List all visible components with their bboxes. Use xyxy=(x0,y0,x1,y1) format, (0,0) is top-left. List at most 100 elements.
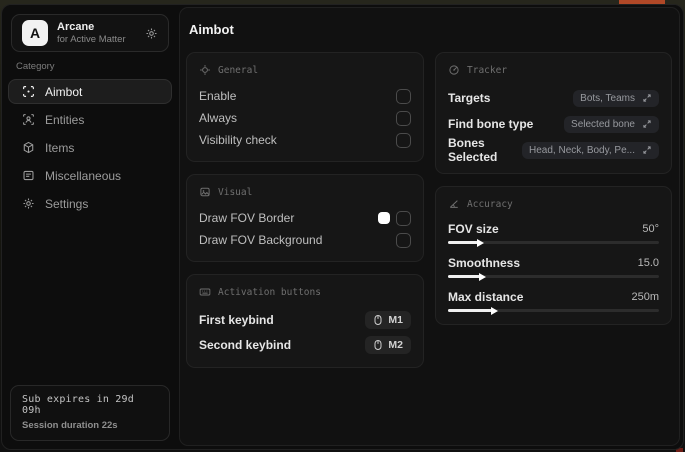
visibility-check-checkbox[interactable] xyxy=(396,132,411,148)
fov-size-slider[interactable] xyxy=(448,238,659,247)
slider-fill xyxy=(448,272,486,281)
setting-row-bones-selected: Bones Selected Head, Neck, Body, Pe... xyxy=(448,136,659,164)
crosshair-scan-icon xyxy=(22,85,35,98)
general-section-title: General xyxy=(218,64,259,76)
sidebar-item-items[interactable]: Items xyxy=(8,135,172,160)
keyboard-icon xyxy=(199,288,211,296)
setting-label: Draw FOV Border xyxy=(199,211,295,225)
setting-label: Second keybind xyxy=(199,337,292,352)
dropdown-value: Bots, Teams xyxy=(580,92,635,104)
sidebar-nav: Aimbot Entities Items Miscellaneous Sett… xyxy=(2,79,178,216)
setting-label: FOV size xyxy=(448,221,499,236)
app-name: Arcane xyxy=(57,21,95,33)
radar-icon xyxy=(449,65,459,75)
smoothness-slider[interactable] xyxy=(448,272,659,281)
app-logo: A xyxy=(22,20,48,46)
activation-card: Activation buttons First keybind M1 Seco… xyxy=(186,274,424,368)
sidebar-item-miscellaneous[interactable]: Miscellaneous xyxy=(8,163,172,188)
setting-row-enable: Enable xyxy=(199,85,411,107)
setting-label: Visibility check xyxy=(199,133,277,147)
setting-row-targets: Targets Bots, Teams xyxy=(448,85,659,111)
setting-row-max-distance: Max distance 250m xyxy=(448,287,659,315)
setting-label: First keybind xyxy=(199,312,274,327)
main-panel: Aimbot General Enable Always Visibility … xyxy=(179,7,680,446)
session-info-box: Sub expires in 29d 09h Session duration … xyxy=(10,385,170,441)
expand-icon xyxy=(643,94,651,102)
visual-section-title: Visual xyxy=(218,186,253,198)
first-keybind-button[interactable]: M1 xyxy=(365,310,411,329)
sidebar-item-aimbot[interactable]: Aimbot xyxy=(8,79,172,104)
find-bone-type-dropdown[interactable]: Selected bone xyxy=(564,115,659,133)
general-card: General Enable Always Visibility check xyxy=(186,52,424,162)
setting-row-second-keybind: Second keybind M2 xyxy=(199,332,411,357)
sidebar-item-label: Entities xyxy=(45,112,85,127)
setting-label: Bones Selected xyxy=(448,136,498,164)
session-duration-text: Session duration 22s xyxy=(22,420,118,431)
setting-row-fov-size: FOV size 50° xyxy=(448,219,659,247)
image-icon xyxy=(200,187,210,197)
slider-value: 50° xyxy=(642,222,659,235)
app-window: A Arcane for Active Matter Category Aimb… xyxy=(1,4,684,450)
sidebar-item-label: Aimbot xyxy=(45,84,83,99)
second-keybind-button[interactable]: M2 xyxy=(365,335,411,354)
setting-row-draw-fov-border: Draw FOV Border xyxy=(199,207,411,229)
angle-icon xyxy=(449,200,458,208)
dropdown-value: Selected bone xyxy=(571,118,635,130)
category-label: Category xyxy=(16,61,55,72)
app-subtitle: for Active Matter xyxy=(57,34,126,45)
expand-icon xyxy=(643,120,651,128)
page-title: Aimbot xyxy=(189,22,234,37)
activation-section-title: Activation buttons xyxy=(218,286,321,298)
draw-fov-background-checkbox[interactable] xyxy=(396,232,411,248)
color-swatch[interactable] xyxy=(378,212,390,224)
draw-fov-border-checkbox[interactable] xyxy=(396,210,411,226)
setting-row-draw-fov-background: Draw FOV Background xyxy=(199,229,411,251)
app-header: A Arcane for Active Matter xyxy=(11,14,169,52)
keybind-value: M1 xyxy=(388,313,403,326)
always-checkbox[interactable] xyxy=(396,110,411,126)
slider-thumb[interactable] xyxy=(491,306,499,315)
list-icon xyxy=(22,169,35,182)
setting-row-always: Always xyxy=(199,107,411,129)
accuracy-section-title: Accuracy xyxy=(467,198,513,210)
targets-dropdown[interactable]: Bots, Teams xyxy=(573,89,659,107)
expand-icon xyxy=(643,146,651,154)
visual-card: Visual Draw FOV Border Draw FOV Backgrou… xyxy=(186,174,424,262)
max-distance-slider[interactable] xyxy=(448,306,659,315)
bones-selected-dropdown[interactable]: Head, Neck, Body, Pe... xyxy=(522,141,659,159)
slider-thumb[interactable] xyxy=(476,238,484,247)
sidebar-item-label: Miscellaneous xyxy=(45,168,122,183)
slider-fill xyxy=(448,306,499,315)
setting-row-visibility-check: Visibility check xyxy=(199,129,411,151)
slider-value: 250m xyxy=(631,290,659,303)
mouse-icon xyxy=(374,314,382,325)
tracker-card: Tracker Targets Bots, Teams Find bone ty… xyxy=(435,52,672,174)
setting-row-smoothness: Smoothness 15.0 xyxy=(448,253,659,281)
keybind-value: M2 xyxy=(388,338,403,351)
sidebar-item-settings[interactable]: Settings xyxy=(8,191,172,216)
slider-value: 15.0 xyxy=(637,256,659,269)
setting-label: Always xyxy=(199,111,238,125)
enable-checkbox[interactable] xyxy=(396,88,411,104)
focus-icon xyxy=(200,65,210,75)
gear-icon xyxy=(22,197,35,210)
sidebar: A Arcane for Active Matter Category Aimb… xyxy=(2,5,178,449)
settings-gear-icon[interactable] xyxy=(145,27,158,40)
sidebar-item-entities[interactable]: Entities xyxy=(8,107,172,132)
cube-icon xyxy=(22,141,35,154)
app-logo-letter: A xyxy=(29,25,41,41)
person-scan-icon xyxy=(22,113,35,126)
sub-expires-text: Sub expires in 29d 09h xyxy=(22,394,134,416)
slider-fill xyxy=(448,238,484,247)
mouse-icon xyxy=(374,339,382,350)
setting-row-first-keybind: First keybind M1 xyxy=(199,307,411,332)
setting-label: Max distance xyxy=(448,289,524,304)
accuracy-card: Accuracy FOV size 50° Smoothness 15.0 Ma… xyxy=(435,186,672,325)
setting-label: Enable xyxy=(199,89,237,103)
sidebar-item-label: Items xyxy=(45,140,75,155)
setting-label: Smoothness xyxy=(448,255,521,270)
dropdown-value: Head, Neck, Body, Pe... xyxy=(529,144,635,156)
slider-thumb[interactable] xyxy=(478,272,486,281)
tracker-section-title: Tracker xyxy=(467,64,508,76)
sidebar-item-label: Settings xyxy=(45,196,89,211)
